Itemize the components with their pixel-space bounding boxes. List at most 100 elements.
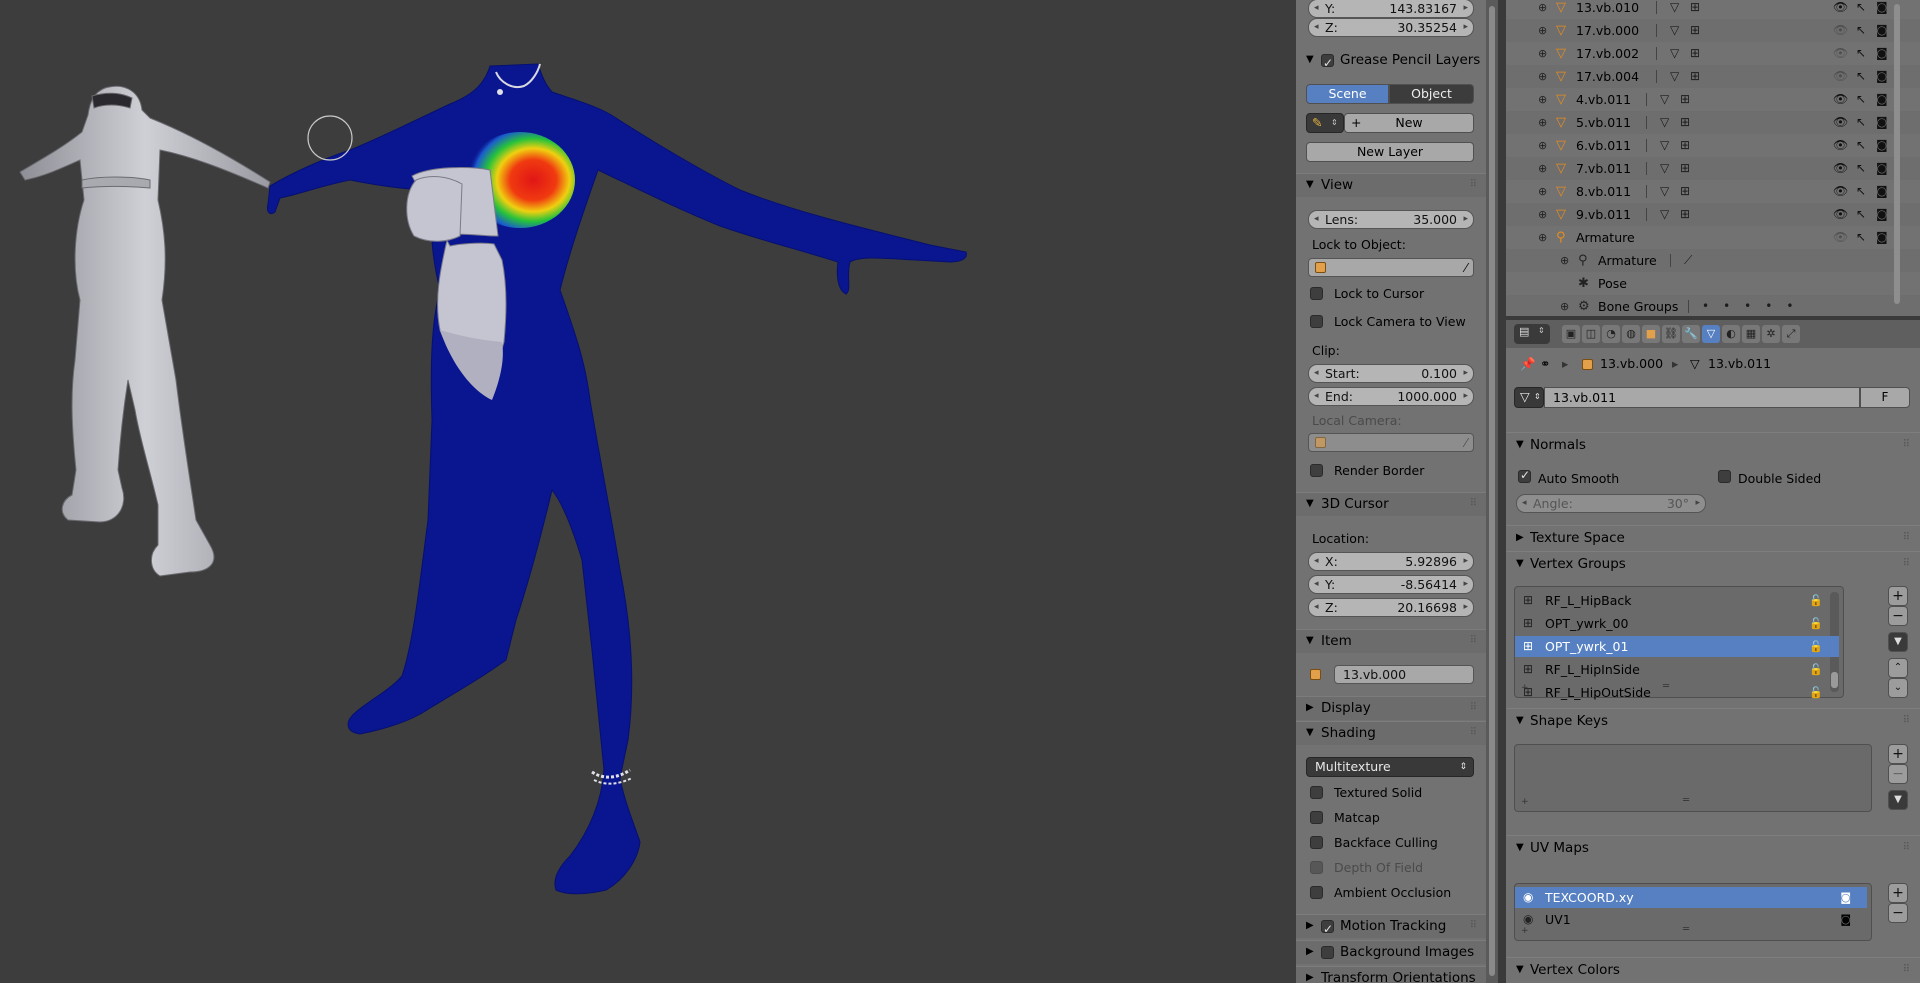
add-vertex-group-button[interactable]: + [1888,586,1908,606]
particles-tab-icon[interactable]: ✲ [1762,325,1780,343]
clip-start-field[interactable]: ◂ Start: 0.100 ▸ [1308,364,1474,383]
outliner-item-name[interactable]: 5.vb.011 [1576,111,1631,134]
select-arrow-icon[interactable]: ↖ [1856,180,1866,203]
editor-type-button[interactable]: ▤ ⇕ [1514,324,1550,344]
expand-toggle-icon[interactable]: ⊕ [1538,88,1547,111]
add-uv-map-button[interactable]: + [1888,883,1908,903]
outliner-item-name[interactable]: 17.vb.002 [1576,42,1639,65]
outliner-row[interactable]: ⊕ ▽ 17.vb.000 ▽ ⊞ 👁 ↖ ◙ [1506,19,1920,42]
location-z-field[interactable]: ◂ Z: 30.35254 ▸ [1308,18,1474,37]
cursor-x-field[interactable]: ◂ X: 5.92896 ▸ [1308,552,1474,571]
select-arrow-icon[interactable]: ↖ [1856,203,1866,226]
vertex-group-item[interactable]: ⊞ RF_L_HipBack 🔓 [1515,590,1839,611]
outliner-row[interactable]: ⊕ ▽ 5.vb.011 ▽ ⊞ 👁 ↖ ◙ [1506,111,1920,134]
matcap-checkbox[interactable] [1310,811,1323,824]
render-camera-icon[interactable]: ◙ [1840,887,1851,908]
lock-icon[interactable]: 🔓 [1809,682,1823,703]
outliner-row[interactable]: ⊕ ⚲ Armature 👁 ↖ ◙ [1506,226,1920,249]
lens-field[interactable]: ◂ Lens: 35.000 ▸ [1308,210,1474,229]
motion-tracking-panel-header[interactable]: ▶Motion Tracking⠿ [1296,914,1486,940]
expand-toggle-icon[interactable]: ⊕ [1538,157,1547,180]
render-layers-tab-icon[interactable]: ◫ [1582,325,1600,343]
vertex-colors-panel-header[interactable]: ▼ Vertex Colors ⠿ [1506,957,1920,981]
outliner-row[interactable]: ⊕ ▽ 13.vb.010 ▽ ⊞ 👁 ↖ ◙ [1506,0,1920,19]
expand-toggle-icon[interactable]: ⊕ [1538,180,1547,203]
uv-map-item[interactable]: ◉ TEXCOORD.xy ◙ [1515,887,1867,908]
visibility-eye-icon[interactable]: 👁 [1833,19,1848,42]
remove-vertex-group-button[interactable]: − [1888,606,1908,626]
outliner-item-name[interactable]: 17.vb.004 [1576,65,1639,88]
visibility-eye-icon[interactable]: 👁 [1833,88,1848,111]
grease-pencil-selector[interactable]: ✎ ⇕ [1306,113,1344,133]
expand-toggle-icon[interactable]: ⊕ [1538,226,1547,249]
visibility-eye-icon[interactable]: 👁 [1833,203,1848,226]
new-grease-pencil-button[interactable]: + New [1344,113,1474,133]
location-y-field[interactable]: ◂ Y: 143.83167 ▸ [1308,0,1474,18]
move-up-button[interactable]: ⌃ [1888,658,1908,678]
outliner-row[interactable]: ⊕ ▽ 7.vb.011 ▽ ⊞ 👁 ↖ ◙ [1506,157,1920,180]
outliner-row[interactable]: ⊕ ▽ 4.vb.011 ▽ ⊞ 👁 ↖ ◙ [1506,88,1920,111]
world-tab-icon[interactable]: ◍ [1622,325,1640,343]
lock-to-cursor-checkbox[interactable] [1310,287,1323,300]
normals-panel-header[interactable]: ▼ Normals ⠿ [1506,432,1920,456]
select-arrow-icon[interactable]: ↖ [1856,111,1866,134]
shape-key-specials-button[interactable]: ▼ [1888,790,1908,810]
vertex-groups-list[interactable]: + ═ ⊞ RF_L_HipBack 🔓 ⊞ OPT_ywrk_00 🔓 ⊞ OPT_ywrk… [1514,586,1844,700]
visibility-eye-icon[interactable]: 👁 [1833,134,1848,157]
select-arrow-icon[interactable]: ↖ [1856,157,1866,180]
background-images-checkbox[interactable] [1321,946,1334,959]
3d-cursor-panel-header[interactable]: ▼ 3D Cursor ⠿ [1296,492,1486,516]
grease-pencil-panel-header[interactable]: ▼ Grease Pencil Layers [1296,49,1486,74]
transform-orientations-panel-header[interactable]: ▶ Transform Orientations [1296,966,1486,983]
uv-maps-panel-header[interactable]: ▼ UV Maps ⠿ [1506,835,1920,859]
lock-icon[interactable]: 🔓 [1809,659,1823,680]
physics-tab-icon[interactable]: ⤢ [1782,325,1800,343]
render-tab-icon[interactable]: ▣ [1562,325,1580,343]
render-camera-icon[interactable]: ◙ [1876,111,1888,134]
outliner-item-name[interactable]: 6.vb.011 [1576,134,1631,157]
outliner-row[interactable]: ✱ Pose [1506,272,1920,295]
render-camera-icon[interactable]: ◙ [1876,19,1888,42]
outliner-row[interactable]: ⊕ ⚲ Armature ⟋ [1506,249,1920,272]
lock-icon[interactable]: 🔓 [1809,590,1823,611]
select-arrow-icon[interactable]: ↖ [1856,19,1866,42]
select-arrow-icon[interactable]: ↖ [1856,134,1866,157]
expand-toggle-icon[interactable]: ⊕ [1538,203,1547,226]
motion-tracking-checkbox[interactable] [1321,918,1334,940]
clip-end-field[interactable]: ◂ End: 1000.000 ▸ [1308,387,1474,406]
vertex-group-item[interactable]: ⊞ OPT_ywrk_01 🔓 [1515,636,1839,657]
lock-object-field[interactable]: ⁄ [1308,258,1474,277]
scene-tab-icon[interactable]: ◔ [1602,325,1620,343]
vertex-group-specials-button[interactable]: ▼ [1888,632,1908,652]
gray-dress-mesh[interactable] [19,85,271,577]
display-panel-header[interactable]: ▶ Display ⠿ [1296,696,1486,720]
render-camera-icon[interactable]: ◙ [1876,42,1888,65]
visibility-eye-icon[interactable]: 👁 [1833,65,1848,88]
select-arrow-icon[interactable]: ↖ [1856,42,1866,65]
uv-maps-list[interactable]: + ═ ◉ TEXCOORD.xy ◙ ◉ UV1 ◙ [1514,883,1872,941]
lock-camera-checkbox[interactable] [1310,315,1323,328]
cursor-y-field[interactable]: ◂ Y: -8.56414 ▸ [1308,575,1474,594]
render-camera-icon[interactable]: ◙ [1876,134,1888,157]
outliner-item-name[interactable]: Armature [1598,249,1657,272]
background-images-panel-header[interactable]: ▶ Background Images [1296,940,1486,964]
cursor-z-field[interactable]: ◂ Z: 20.16698 ▸ [1308,598,1474,617]
visibility-eye-icon[interactable]: 👁 [1833,42,1848,65]
select-arrow-icon[interactable]: ↖ [1856,65,1866,88]
render-camera-icon[interactable]: ◙ [1876,0,1888,19]
select-arrow-icon[interactable]: ↖ [1856,88,1866,111]
item-panel-header[interactable]: ▼ Item ⠿ [1296,629,1486,653]
new-layer-button[interactable]: New Layer [1306,142,1474,162]
texture-space-panel-header[interactable]: ▶ Texture Space ⠿ [1506,525,1920,549]
render-camera-icon[interactable]: ◙ [1876,203,1888,226]
auto-smooth-checkbox[interactable] [1518,468,1531,483]
expand-toggle-icon[interactable]: ⊕ [1538,65,1547,88]
shading-panel-header[interactable]: ▼ Shading ⠿ [1296,721,1486,745]
outliner-item-name[interactable]: Armature [1576,226,1635,249]
constraints-tab-icon[interactable]: ⛓ [1662,325,1680,343]
list-resize-grip-icon[interactable]: ═ [1683,795,1689,806]
view-panel-header[interactable]: ▼ View ⠿ [1296,173,1486,197]
lock-icon[interactable]: 🔓 [1809,636,1823,657]
mesh-datablock-browse[interactable]: ▽ ⇕ [1514,387,1544,408]
vertex-groups-panel-header[interactable]: ▼ Vertex Groups ⠿ [1506,551,1920,575]
